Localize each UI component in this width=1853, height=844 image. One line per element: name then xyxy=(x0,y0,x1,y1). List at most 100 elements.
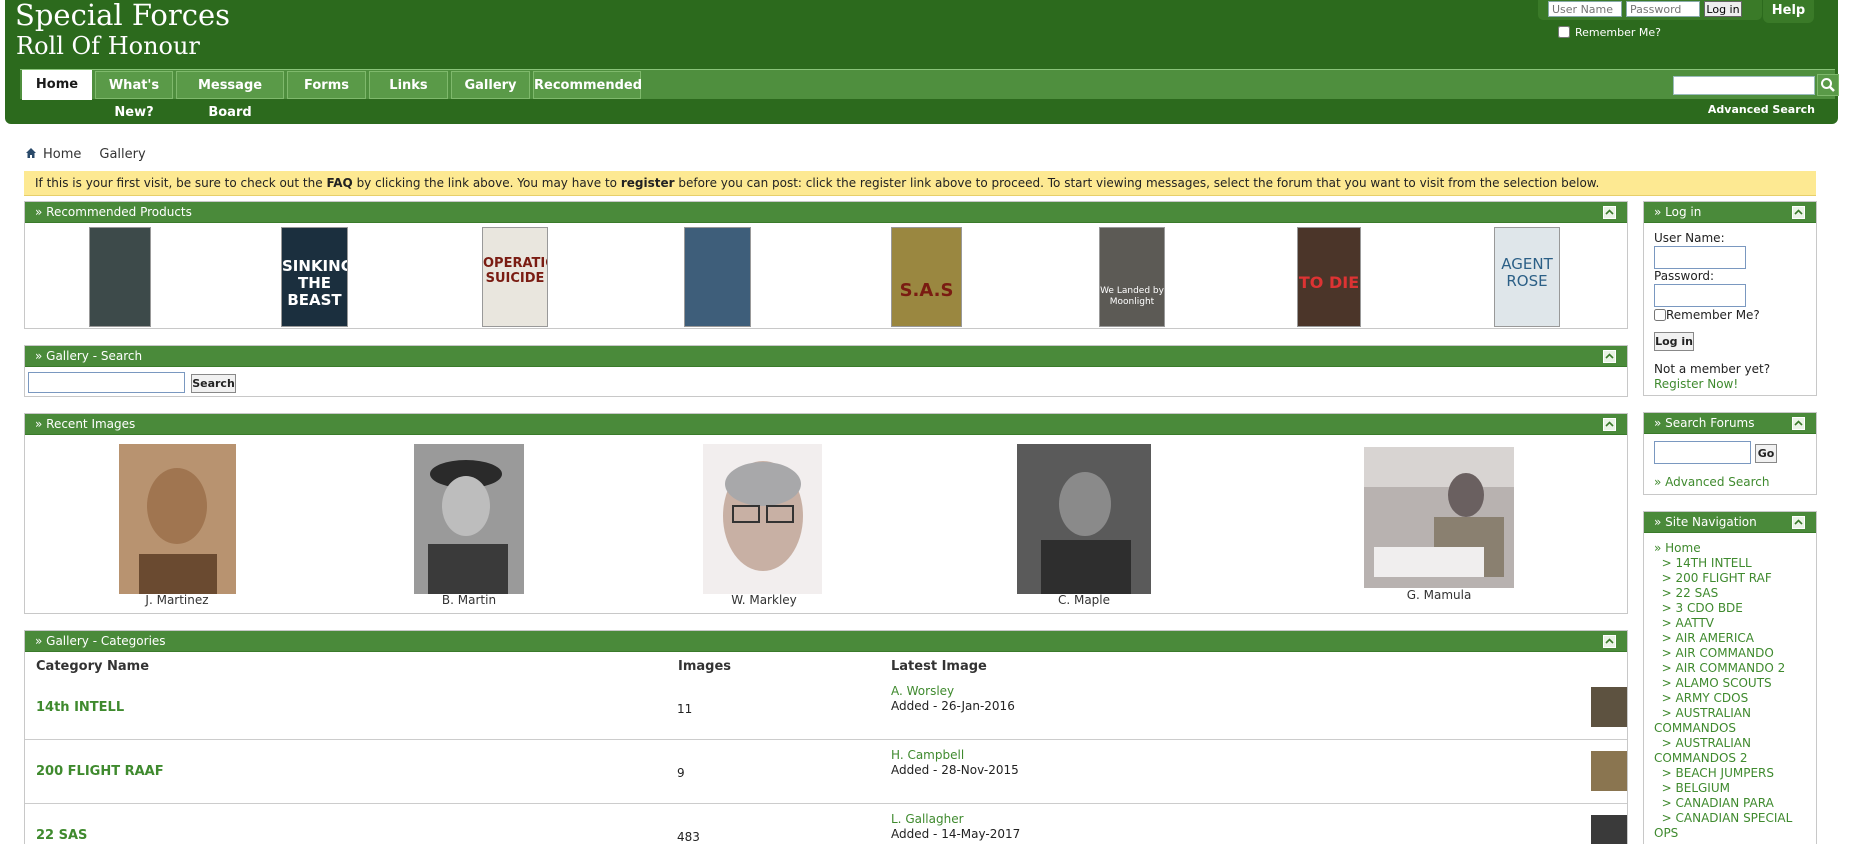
register-link[interactable]: register xyxy=(621,176,675,190)
nav-link-air-commando-2[interactable]: > AIR COMMANDO 2 xyxy=(1654,661,1814,676)
tab-forms[interactable]: Forms xyxy=(287,71,366,99)
top-login-button[interactable]: Log in xyxy=(1704,1,1742,17)
recent-image-5-name[interactable]: G. Mamula xyxy=(1359,588,1519,602)
site-title-line2: Roll Of Honour xyxy=(16,32,200,60)
portrait-image xyxy=(414,444,524,594)
recent-image-3[interactable] xyxy=(703,444,822,594)
nav-link-14th-intell[interactable]: > 14TH INTELL xyxy=(1654,556,1814,571)
tab-gallery[interactable]: Gallery xyxy=(451,71,530,99)
latest-image-link[interactable]: H. Campbell xyxy=(891,748,964,762)
nav-link-air-america[interactable]: > AIR AMERICA xyxy=(1654,631,1814,646)
nav-link-air-commando[interactable]: > AIR COMMANDO xyxy=(1654,646,1814,661)
category-image-count: 9 xyxy=(677,766,685,780)
nav-link-australian-commandos[interactable]: > AUSTRALIAN COMMANDOS xyxy=(1654,706,1814,736)
side-remember-me[interactable]: Remember Me? xyxy=(1654,308,1760,322)
recommended-products-header: » Recommended Products xyxy=(25,202,1627,223)
nav-link-200-flight-raf[interactable]: > 200 FLIGHT RAF xyxy=(1654,571,1814,586)
nav-link-home[interactable]: » Home xyxy=(1654,541,1814,556)
nav-link-canadian-para[interactable]: > CANADIAN PARA xyxy=(1654,796,1814,811)
latest-image-thumbnail[interactable] xyxy=(1591,687,1627,727)
side-login-button[interactable]: Log in xyxy=(1654,332,1694,351)
recent-image-5[interactable] xyxy=(1364,447,1514,588)
recent-image-4-name[interactable]: C. Maple xyxy=(1004,593,1164,607)
collapse-button[interactable] xyxy=(1792,206,1805,219)
side-username-label: User Name: xyxy=(1654,231,1725,245)
product-book-1[interactable] xyxy=(89,227,151,327)
recent-image-3-name[interactable]: W. Markley xyxy=(684,593,844,607)
site-navigation-header: » Site Navigation xyxy=(1644,512,1816,533)
collapse-button[interactable] xyxy=(1792,417,1805,430)
side-username-input[interactable] xyxy=(1654,246,1746,269)
collapse-button[interactable] xyxy=(1792,516,1805,529)
top-password-input[interactable] xyxy=(1626,1,1700,17)
collapse-button[interactable] xyxy=(1603,635,1616,648)
gallery-categories-header: » Gallery - Categories xyxy=(25,631,1627,652)
recent-images-title: » Recent Images xyxy=(35,417,136,431)
collapse-button[interactable] xyxy=(1603,418,1616,431)
recent-image-4[interactable] xyxy=(1017,444,1151,594)
latest-image-thumbnail[interactable] xyxy=(1591,751,1627,791)
register-now-link[interactable]: Register Now! xyxy=(1654,377,1738,391)
side-advanced-search-link[interactable]: » Advanced Search xyxy=(1654,475,1769,489)
product-book-2[interactable]: SINKING THE BEAST xyxy=(281,227,348,327)
latest-image-thumbnail[interactable] xyxy=(1591,815,1627,844)
nav-link-aattv[interactable]: > AATTV xyxy=(1654,616,1814,631)
category-name-link[interactable]: 200 FLIGHT RAAF xyxy=(36,764,164,779)
nav-link-22-sas[interactable]: > 22 SAS xyxy=(1654,586,1814,601)
product-cover: S.A.S xyxy=(891,227,962,327)
tab-recommended[interactable]: Recommended xyxy=(533,71,642,99)
side-search-input[interactable] xyxy=(1654,441,1751,464)
gallery-categories-block: » Gallery - Categories Category Name Ima… xyxy=(24,630,1628,844)
product-book-3[interactable]: OPERATION SUICIDE xyxy=(482,227,548,327)
nav-search-button[interactable] xyxy=(1817,74,1839,96)
nav-link-belgium[interactable]: > BELGIUM xyxy=(1654,781,1814,796)
site-title[interactable]: Special Forces Roll Of Honour xyxy=(15,0,230,62)
top-remember-me[interactable]: Remember Me? xyxy=(1558,26,1661,39)
tab-links[interactable]: Links xyxy=(369,71,448,99)
table-row: 200 FLIGHT RAAF 9 H. Campbell Added - 28… xyxy=(25,740,1627,804)
side-login-header: » Log in xyxy=(1644,202,1816,223)
advanced-search-link[interactable]: Advanced Search xyxy=(1708,103,1815,116)
tab-whats-new[interactable]: What's New? xyxy=(95,71,173,120)
nav-link-beach-jumpers[interactable]: > BEACH JUMPERS xyxy=(1654,766,1814,781)
product-book-4[interactable] xyxy=(684,227,751,327)
nav-link-3-cdo-bde[interactable]: > 3 CDO BDE xyxy=(1654,601,1814,616)
nav-link-canadian-special-ops[interactable]: > CANADIAN SPECIAL OPS xyxy=(1654,811,1814,841)
gallery-search-button[interactable]: Search xyxy=(191,374,236,393)
collapse-button[interactable] xyxy=(1603,206,1616,219)
recent-image-1[interactable] xyxy=(119,444,236,594)
product-book-8[interactable]: AGENT ROSE xyxy=(1494,227,1560,327)
recent-image-1-name[interactable]: J. Martinez xyxy=(97,593,257,607)
category-name-link[interactable]: 22 SAS xyxy=(36,828,87,843)
tab-message-board[interactable]: Message Board xyxy=(176,71,284,120)
side-password-input[interactable] xyxy=(1654,284,1746,307)
tab-home[interactable]: Home xyxy=(22,70,92,100)
top-username-input[interactable] xyxy=(1548,1,1622,17)
latest-image-link[interactable]: A. Worsley xyxy=(891,684,954,698)
nav-link-army-cdos[interactable]: > ARMY CDOS xyxy=(1654,691,1814,706)
category-name-link[interactable]: 14th INTELL xyxy=(36,700,124,715)
nav-link-alamo-scouts[interactable]: > ALAMO SCOUTS xyxy=(1654,676,1814,691)
product-book-7[interactable]: TO DIE xyxy=(1297,227,1361,327)
recent-image-2-name[interactable]: B. Martin xyxy=(389,593,549,607)
category-image-count: 483 xyxy=(677,830,700,844)
product-book-6[interactable]: We Landed by Moonlight xyxy=(1099,227,1165,327)
top-remember-checkbox[interactable] xyxy=(1558,26,1570,38)
not-member-text: Not a member yet? xyxy=(1654,362,1771,376)
help-button[interactable]: Help xyxy=(1763,0,1814,23)
collapse-icon xyxy=(1794,519,1803,525)
nav-link-australian-commandos-2[interactable]: > AUSTRALIAN COMMANDOS 2 xyxy=(1654,736,1814,766)
nav-search-input[interactable] xyxy=(1673,76,1815,95)
collapse-icon xyxy=(1605,353,1614,359)
latest-image-link[interactable]: L. Gallagher xyxy=(891,812,964,826)
side-search-go-button[interactable]: Go xyxy=(1755,444,1777,463)
collapse-button[interactable] xyxy=(1603,350,1616,363)
breadcrumb-home[interactable]: Home xyxy=(43,147,81,162)
recent-image-2[interactable] xyxy=(414,444,524,594)
home-icon[interactable] xyxy=(25,147,37,159)
gallery-search-input[interactable] xyxy=(28,372,185,393)
faq-link[interactable]: FAQ xyxy=(326,176,352,190)
product-book-5[interactable]: S.A.S xyxy=(891,227,962,327)
side-remember-checkbox[interactable] xyxy=(1654,309,1666,321)
product-cover xyxy=(684,227,751,327)
